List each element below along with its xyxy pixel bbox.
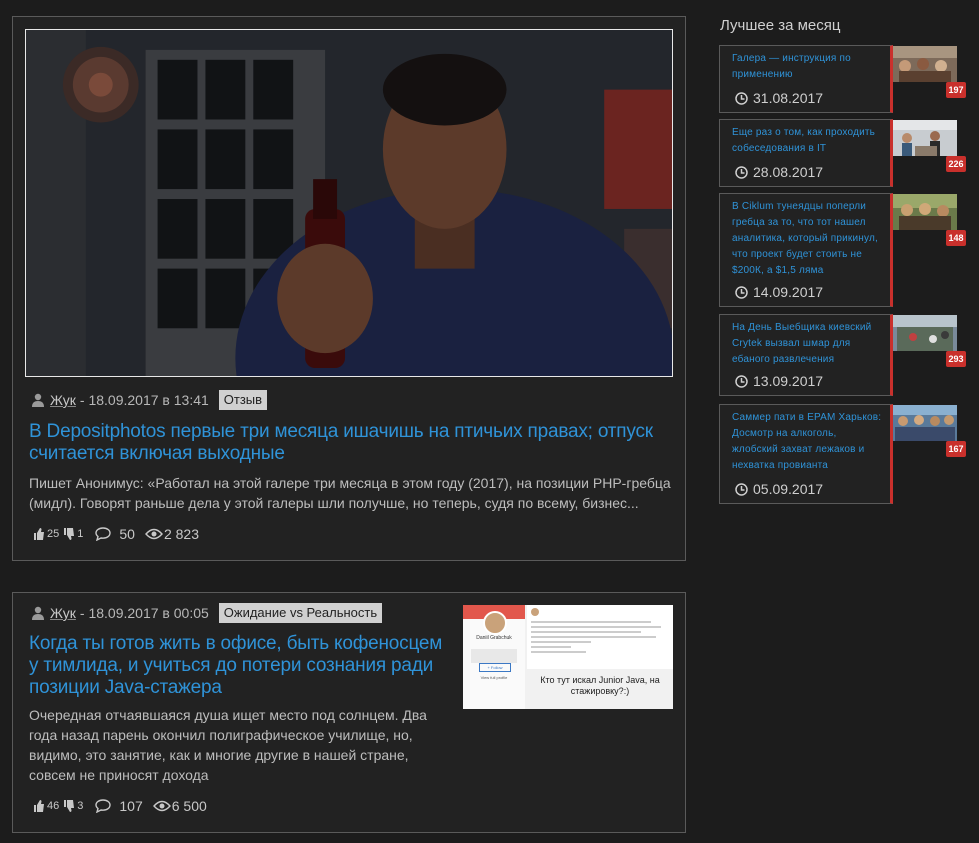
comment-icon bbox=[95, 799, 112, 813]
post-hero-image[interactable] bbox=[25, 29, 673, 377]
sidebar-comment-count: 167 bbox=[946, 441, 966, 457]
likes-count: 25 bbox=[47, 528, 60, 540]
user-icon bbox=[32, 606, 44, 620]
sidebar-thumbnail[interactable] bbox=[893, 46, 957, 82]
thumbs-down-icon[interactable] bbox=[63, 800, 75, 812]
views-count: 2 823 bbox=[163, 526, 199, 542]
eye-icon bbox=[152, 800, 171, 812]
sidebar-item[interactable]: На День Выебщика киевский Crytek вызвал … bbox=[719, 314, 893, 396]
sidebar-item[interactable]: В Ciklum тунеядцы поперли гребца за то, … bbox=[719, 193, 893, 307]
comments-count[interactable]: 50 bbox=[119, 526, 135, 542]
post-meta: Жук - 18.09.2017 в 13:41 Отзыв bbox=[31, 390, 268, 410]
clock-icon bbox=[735, 285, 748, 299]
thumbs-up-icon[interactable] bbox=[33, 800, 45, 812]
sidebar-item-date: 13.09.2017 bbox=[735, 373, 823, 389]
sidebar-comment-count: 226 bbox=[946, 156, 966, 172]
thumbs-up-icon[interactable] bbox=[33, 528, 45, 540]
sidebar-item-date: 28.08.2017 bbox=[735, 164, 823, 180]
comments-count[interactable]: 107 bbox=[119, 798, 142, 814]
clock-icon bbox=[735, 482, 748, 496]
post-title[interactable]: Когда ты готов жить в офисе, быть кофено… bbox=[29, 633, 449, 699]
sidebar-item-date: 14.09.2017 bbox=[735, 284, 823, 300]
sidebar-comment-count: 148 bbox=[946, 230, 966, 246]
post-tag[interactable]: Отзыв bbox=[218, 390, 268, 410]
thumbs-down-icon[interactable] bbox=[63, 528, 75, 540]
preview-follow: + Follow bbox=[479, 663, 511, 672]
post-preview-image[interactable]: Daniil Grabchuk + Follow View full profi… bbox=[463, 605, 673, 709]
preview-name: Daniil Grabchuk bbox=[476, 635, 512, 641]
post-author[interactable]: Жук bbox=[50, 605, 76, 621]
sidebar-item[interactable]: Еще раз о том, как проходить собеседован… bbox=[719, 119, 893, 187]
post-excerpt: Очередная отчаявшаяся душа ищет место по… bbox=[29, 707, 427, 783]
post-stats: 25 1 50 2 823 bbox=[33, 526, 199, 542]
clock-icon bbox=[735, 91, 748, 105]
comment-icon bbox=[95, 527, 112, 541]
sidebar-item-title[interactable]: Саммер пати в EPAM Харьков: Досмотр на а… bbox=[732, 410, 882, 474]
post-card: Жук - 18.09.2017 в 00:05 Ожидание vs Реа… bbox=[12, 592, 686, 833]
post-date: - 18.09.2017 в 00:05 bbox=[79, 605, 209, 621]
post-stats: 46 3 107 6 500 bbox=[33, 798, 207, 814]
post-card: Жук - 18.09.2017 в 13:41 Отзыв В Deposit… bbox=[12, 16, 686, 561]
clock-icon bbox=[735, 374, 748, 388]
sidebar-thumbnail[interactable] bbox=[893, 405, 957, 441]
sidebar-item-date: 05.09.2017 bbox=[735, 481, 823, 497]
sidebar-item-title[interactable]: На День Выебщика киевский Crytek вызвал … bbox=[732, 320, 882, 368]
preview-view-profile: View full profile bbox=[480, 675, 508, 680]
post-date: - 18.09.2017 в 13:41 bbox=[79, 392, 209, 408]
sidebar-thumbnail[interactable] bbox=[893, 120, 957, 156]
post-author[interactable]: Жук bbox=[50, 392, 76, 408]
sidebar-thumbnail[interactable] bbox=[893, 194, 957, 230]
dislikes-count: 3 bbox=[77, 800, 84, 812]
eye-icon bbox=[145, 528, 163, 540]
sidebar-item[interactable]: Саммер пати в EPAM Харьков: Досмотр на а… bbox=[719, 404, 893, 504]
dislikes-count: 1 bbox=[77, 528, 84, 540]
user-icon bbox=[32, 393, 44, 407]
sidebar-comment-count: 293 bbox=[946, 351, 966, 367]
post-tag[interactable]: Ожидание vs Реальность bbox=[218, 603, 383, 623]
sidebar-thumbnail[interactable] bbox=[893, 315, 957, 351]
sidebar-item-title[interactable]: В Ciklum тунеядцы поперли гребца за то, … bbox=[732, 199, 882, 279]
sidebar-comment-count: 197 bbox=[946, 82, 966, 98]
post-meta: Жук - 18.09.2017 в 00:05 Ожидание vs Реа… bbox=[31, 603, 383, 623]
clock-icon bbox=[735, 165, 748, 179]
sidebar-title: Лучшее за месяц bbox=[720, 17, 841, 34]
sidebar-item-title[interactable]: Галера — инструкция по применению bbox=[732, 51, 882, 83]
sidebar-item[interactable]: Галера — инструкция по применению 31.08.… bbox=[719, 45, 893, 113]
likes-count: 46 bbox=[47, 800, 60, 812]
sidebar-item-title[interactable]: Еще раз о том, как проходить собеседован… bbox=[732, 125, 882, 157]
post-excerpt: Пишет Анонимус: «Работал на этой галере … bbox=[29, 475, 671, 511]
sidebar-item-date: 31.08.2017 bbox=[735, 90, 823, 106]
preview-caption: Кто тут искал Junior Java, на стажировку… bbox=[540, 675, 660, 696]
post-title[interactable]: В Depositphotos первые три месяца ишачиш… bbox=[29, 421, 669, 465]
views-count: 6 500 bbox=[171, 798, 207, 814]
